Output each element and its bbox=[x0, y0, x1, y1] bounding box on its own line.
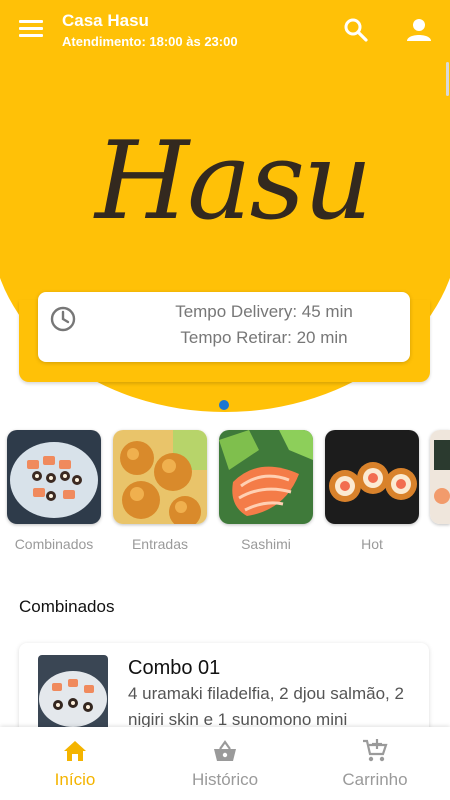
opening-hours: Atendimento: 18:00 às 23:00 bbox=[62, 34, 238, 49]
category-label: Entradas bbox=[131, 536, 189, 552]
product-description: 4 uramaki filadelfia, 2 djou salmão, 2 n… bbox=[128, 684, 404, 729]
category-image bbox=[113, 430, 207, 524]
hamburger-menu-icon[interactable] bbox=[19, 20, 44, 40]
user-account-icon[interactable] bbox=[405, 17, 433, 43]
category-image bbox=[7, 430, 101, 524]
scrollbar[interactable] bbox=[446, 62, 449, 96]
app-title: Casa Hasu bbox=[62, 11, 149, 30]
nav-label: Histórico bbox=[191, 770, 259, 789]
category-image bbox=[430, 430, 450, 524]
category-label: Combinados bbox=[14, 536, 94, 552]
category-hot[interactable]: Hot bbox=[324, 430, 420, 552]
bottom-navigation: Início Histórico Carrinho bbox=[0, 727, 450, 800]
nav-label: Carrinho bbox=[342, 770, 408, 789]
pickup-time: Tempo Retirar: 20 min bbox=[180, 328, 348, 347]
section-title: Combinados bbox=[19, 597, 115, 616]
product-image bbox=[38, 655, 108, 735]
category-sashimi[interactable]: Sashimi bbox=[218, 430, 314, 552]
delivery-time-card: Tempo Delivery: 45 min Tempo Retirar: 20… bbox=[38, 292, 410, 362]
hasu-logo: Hasu bbox=[95, 119, 373, 244]
nav-historico[interactable]: Histórico bbox=[150, 727, 300, 800]
nav-carrinho[interactable]: Carrinho bbox=[300, 727, 450, 800]
home-icon bbox=[62, 738, 88, 764]
category-image bbox=[219, 430, 313, 524]
screen: Casa Hasu Atendimento: 18:00 às 23:00 Ha… bbox=[0, 0, 450, 800]
app-bar: Casa Hasu Atendimento: 18:00 às 23:00 bbox=[0, 0, 450, 60]
delivery-time: Tempo Delivery: 45 min bbox=[175, 302, 353, 321]
category-carousel: Combinados Entradas Sashimi Hot bbox=[0, 430, 450, 560]
search-icon[interactable] bbox=[343, 17, 369, 43]
category-partial[interactable] bbox=[430, 430, 450, 524]
product-name: Combo 01 bbox=[128, 657, 221, 679]
nav-label: Início bbox=[54, 770, 96, 789]
time-lines: Tempo Delivery: 45 min Tempo Retirar: 20… bbox=[38, 299, 410, 351]
basket-icon bbox=[212, 738, 238, 764]
carousel-dot[interactable] bbox=[219, 400, 229, 410]
category-label: Sashimi bbox=[241, 536, 291, 552]
category-label: Hot bbox=[361, 536, 383, 552]
category-combinados[interactable]: Combinados bbox=[6, 430, 102, 552]
add-to-cart-icon bbox=[362, 738, 388, 764]
category-entradas[interactable]: Entradas bbox=[112, 430, 208, 552]
nav-inicio[interactable]: Início bbox=[0, 727, 150, 800]
category-image bbox=[325, 430, 419, 524]
title-block: Casa Hasu Atendimento: 18:00 às 23:00 bbox=[62, 10, 238, 51]
